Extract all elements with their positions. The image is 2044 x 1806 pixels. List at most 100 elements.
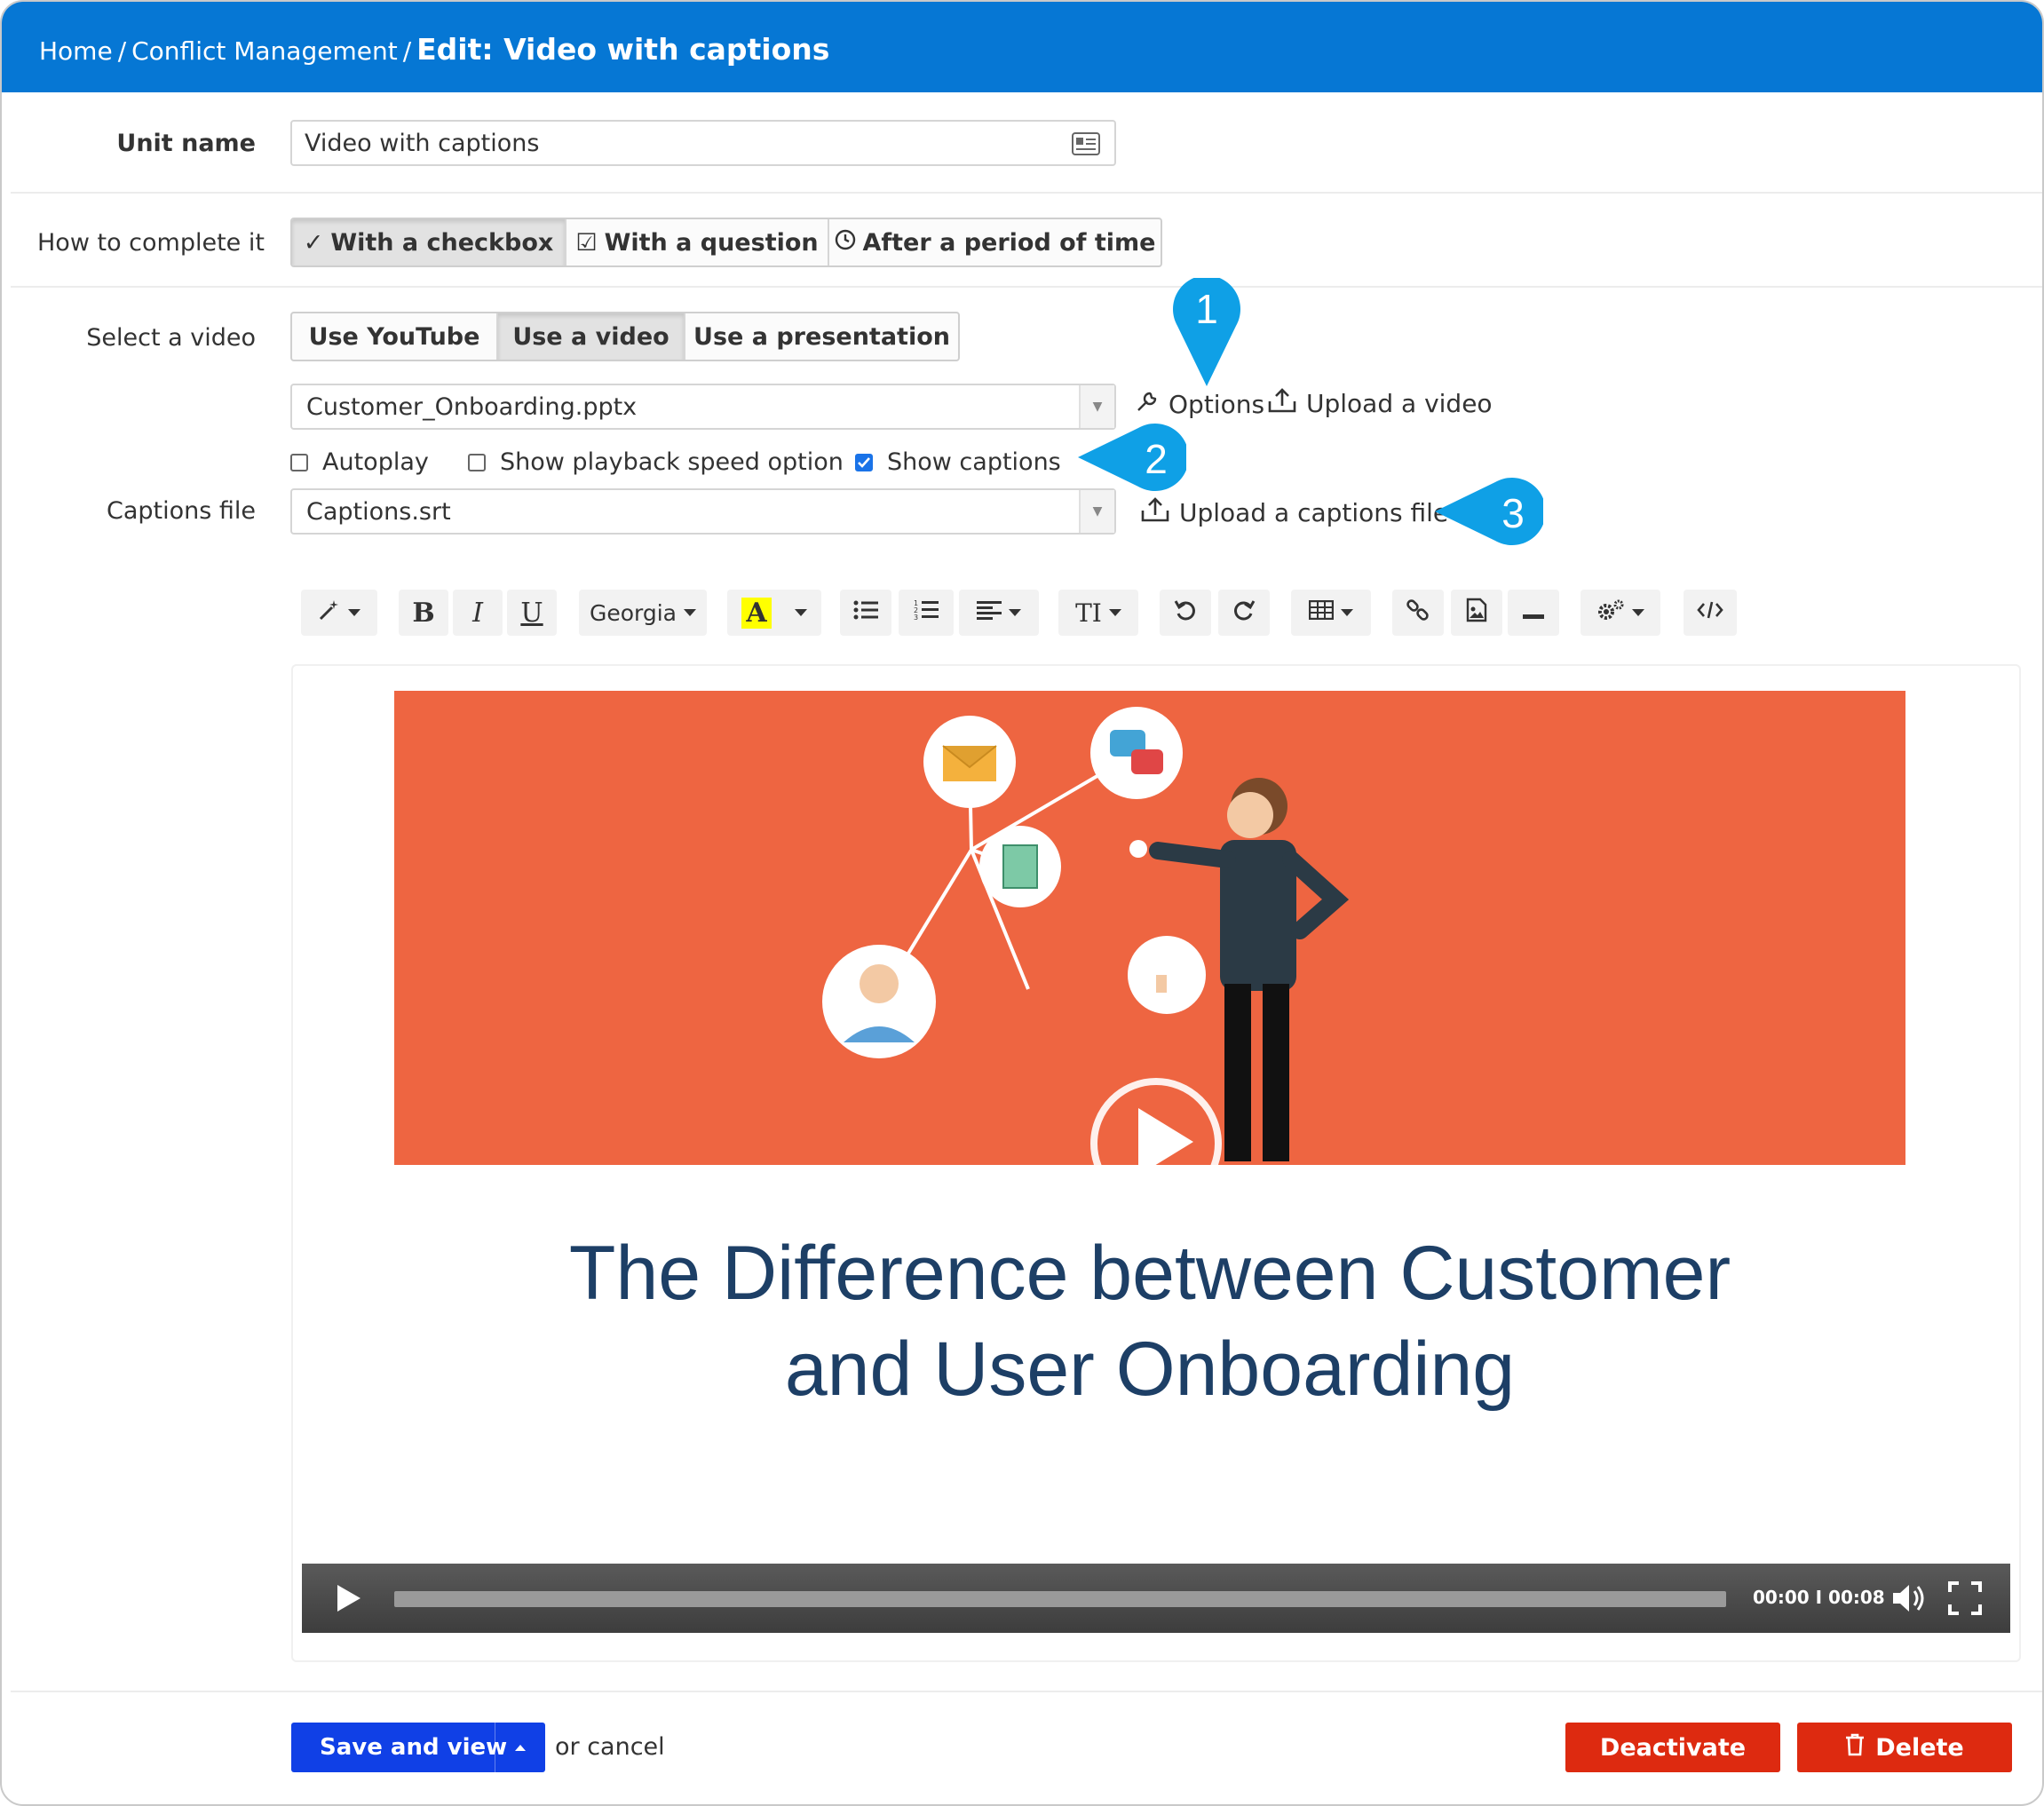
gears-icon — [1596, 598, 1625, 628]
breadcrumb-separator: / — [402, 36, 412, 66]
video-player-controls: 00:00 I 00:08 — [302, 1564, 2010, 1633]
italic-button[interactable]: I — [453, 590, 503, 636]
breadcrumb-separator: / — [117, 36, 127, 66]
magic-wand-icon — [318, 598, 341, 628]
image-icon — [1466, 598, 1487, 629]
horizontal-rule-icon — [1523, 599, 1544, 626]
insert-image-button[interactable] — [1451, 590, 1502, 636]
divider — [11, 1691, 2042, 1692]
completion-checkbox-button[interactable]: ✓ With a checkbox — [292, 219, 566, 265]
chevron-down-icon — [348, 609, 360, 616]
options-link[interactable]: Options — [1135, 389, 1264, 420]
seek-bar[interactable] — [394, 1591, 1726, 1607]
wrench-icon — [1135, 389, 1169, 420]
checkbox-checked[interactable] — [855, 453, 873, 471]
breadcrumb-home[interactable]: Home — [39, 36, 113, 66]
use-youtube-button[interactable]: Use YouTube — [292, 313, 498, 360]
unit-name-input[interactable]: Video with captions — [290, 120, 1116, 166]
magic-wand-button[interactable] — [301, 590, 377, 636]
settings-button[interactable] — [1581, 590, 1660, 636]
source-code-button[interactable] — [1684, 590, 1737, 636]
redo-button[interactable] — [1218, 590, 1270, 636]
video-file-value: Customer_Onboarding.pptx — [306, 392, 638, 421]
page-header: Home / Conflict Management / Edit: Video wit… — [2, 2, 2042, 92]
volume-icon[interactable] — [1891, 1581, 1927, 1619]
chevron-down-icon — [794, 609, 807, 616]
show-captions-checkbox[interactable]: Show captions — [855, 448, 1061, 476]
checkbox-icon: ☑ — [575, 228, 598, 257]
checkmark-icon: ✓ — [303, 228, 324, 257]
align-left-icon — [977, 599, 1002, 626]
completion-method-group: ✓ With a checkbox ☑ With a question After … — [290, 218, 1162, 267]
bullet-list-button[interactable] — [840, 590, 891, 636]
captions-file-label: Captions file — [106, 497, 256, 525]
video-source-group: Use YouTube Use a video Use a presentati… — [290, 312, 960, 361]
use-video-button[interactable]: Use a video — [498, 313, 685, 360]
upload-video-link[interactable]: Upload a video — [1267, 387, 1493, 420]
video-file-select[interactable]: Customer_Onboarding.pptx ▼ — [290, 384, 1116, 430]
chevron-down-icon — [1632, 609, 1644, 616]
save-and-view-button[interactable]: Save and view — [291, 1723, 545, 1772]
code-icon — [1697, 599, 1723, 626]
time-display: 00:00 I 00:08 — [1753, 1587, 1885, 1608]
checkbox-unchecked[interactable] — [468, 453, 486, 471]
captions-file-select[interactable]: Captions.srt ▼ — [290, 488, 1116, 535]
chevron-down-icon — [1341, 609, 1353, 616]
cancel-link[interactable]: or cancel — [555, 1733, 665, 1761]
autoplay-checkbox[interactable]: Autoplay — [290, 448, 429, 476]
chevron-down-icon[interactable]: ▼ — [1079, 490, 1114, 533]
slide-title: The Difference between Customer and User… — [568, 1231, 1731, 1412]
page-title: Edit: Video with captions — [416, 32, 830, 67]
presentation-slide-image — [394, 691, 1905, 1165]
horizontal-rule-button[interactable] — [1508, 590, 1559, 636]
text-color-button[interactable]: A — [727, 590, 821, 636]
chevron-down-icon — [684, 609, 697, 616]
playback-speed-checkbox[interactable]: Show playback speed option — [468, 448, 844, 476]
insert-link-button[interactable] — [1392, 590, 1444, 636]
table-icon — [1308, 599, 1335, 626]
font-size-icon: TI — [1075, 598, 1102, 628]
trash-icon — [1845, 1733, 1865, 1762]
numbered-list-button[interactable]: 123 — [899, 590, 954, 636]
chevron-down-icon — [1108, 609, 1121, 616]
divider — [11, 286, 2042, 288]
save-options-toggle[interactable] — [495, 1723, 545, 1772]
select-video-label: Select a video — [86, 324, 256, 352]
captions-file-value: Captions.srt — [306, 497, 451, 526]
bullet-list-icon — [853, 599, 878, 627]
bold-button[interactable]: B — [399, 590, 448, 636]
font-family-dropdown[interactable]: Georgia — [579, 590, 707, 636]
upload-icon — [1267, 387, 1306, 420]
unit-name-value: Video with captions — [305, 129, 540, 157]
app-frame: Home / Conflict Management / Edit: Video wit… — [0, 0, 2044, 1806]
clock-icon — [835, 229, 856, 257]
fullscreen-icon[interactable] — [1948, 1581, 1982, 1619]
underline-button[interactable]: U — [507, 590, 557, 636]
numbered-list-icon: 123 — [914, 598, 939, 628]
table-button[interactable] — [1291, 590, 1371, 636]
divider — [11, 192, 2042, 194]
use-presentation-button[interactable]: Use a presentation — [685, 313, 958, 360]
paragraph-align-button[interactable] — [959, 590, 1039, 636]
undo-icon — [1174, 598, 1197, 628]
upload-icon — [1140, 496, 1179, 529]
deactivate-button[interactable]: Deactivate — [1565, 1723, 1780, 1772]
id-card-icon[interactable] — [1072, 132, 1100, 162]
callout-pin-1: 1 — [1172, 278, 1241, 388]
delete-button[interactable]: Delete — [1797, 1723, 2012, 1772]
chevron-down-icon[interactable]: ▼ — [1079, 385, 1114, 428]
checkbox-unchecked[interactable] — [290, 453, 308, 471]
completion-question-button[interactable]: ☑ With a question — [566, 219, 829, 265]
svg-text:3: 3 — [914, 614, 918, 622]
breadcrumb: Home / Conflict Management / Edit: Video wit… — [39, 32, 829, 67]
font-size-button[interactable]: TI — [1058, 590, 1138, 636]
undo-button[interactable] — [1160, 590, 1211, 636]
breadcrumb-course[interactable]: Conflict Management — [131, 36, 398, 66]
text-color-icon: A — [741, 597, 772, 629]
upload-captions-link[interactable]: Upload a captions file — [1140, 496, 1448, 529]
play-icon[interactable] — [336, 1583, 362, 1617]
callout-pin-3: 3 — [1433, 477, 1543, 546]
link-icon — [1406, 598, 1430, 629]
completion-time-button[interactable]: After a period of time — [829, 219, 1161, 265]
caret-up-icon — [515, 1745, 526, 1751]
